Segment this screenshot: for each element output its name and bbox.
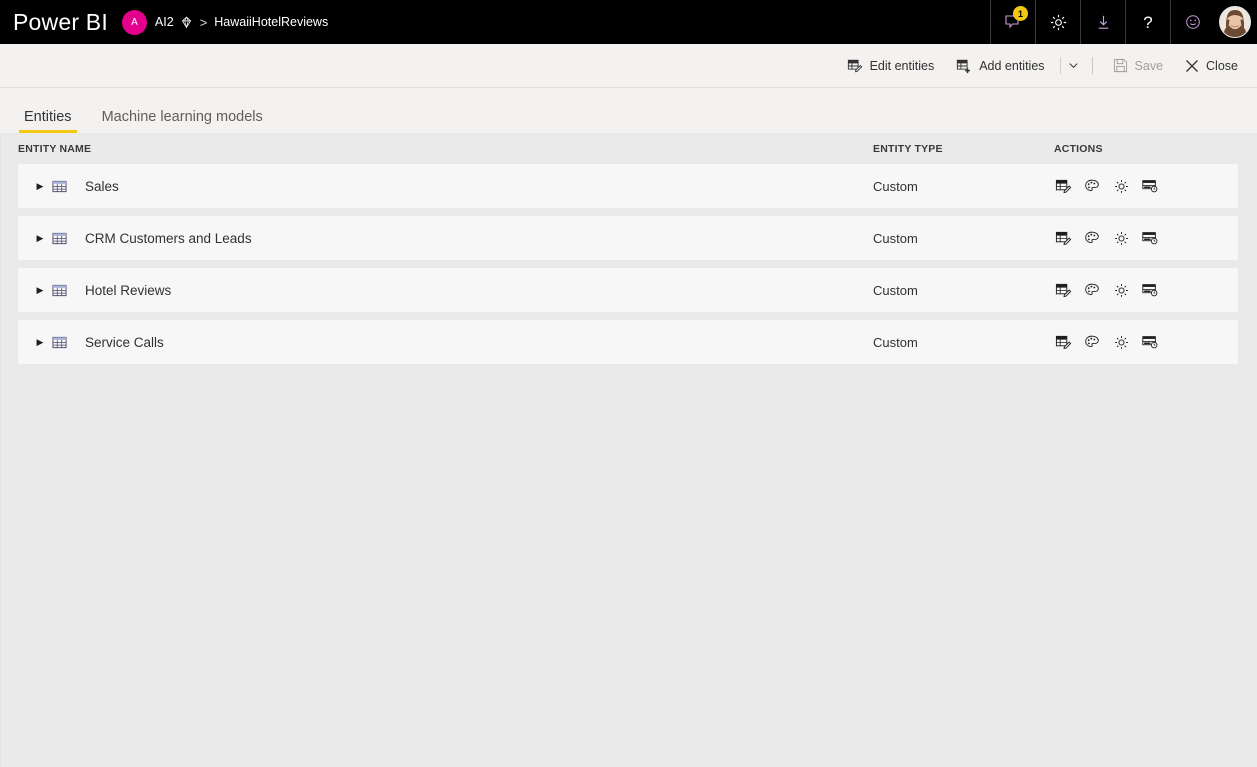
incremental-refresh-icon[interactable] xyxy=(1141,281,1159,299)
download-icon[interactable] xyxy=(1081,0,1125,44)
ai-insights-icon[interactable] xyxy=(1083,333,1101,351)
help-glyph: ? xyxy=(1143,12,1153,32)
table-icon xyxy=(52,179,67,194)
entity-settings-icon[interactable] xyxy=(1112,281,1130,299)
tab-bar: Entities Machine learning models xyxy=(0,88,1257,134)
incremental-refresh-icon[interactable] xyxy=(1141,333,1159,351)
divider xyxy=(1091,57,1093,74)
entity-settings-icon[interactable] xyxy=(1112,229,1130,247)
ai-insights-icon[interactable] xyxy=(1083,281,1101,299)
entity-name-cell: ▶ Service Calls xyxy=(32,335,873,350)
entity-name: Sales xyxy=(85,178,119,194)
notification-icon[interactable]: 1 xyxy=(991,0,1035,44)
ai-insights-icon[interactable] xyxy=(1083,229,1101,247)
save-button[interactable]: Save xyxy=(1104,50,1173,82)
divider xyxy=(1059,57,1061,74)
row-actions xyxy=(1054,333,1214,351)
edit-entity-icon[interactable] xyxy=(1054,229,1072,247)
row-actions xyxy=(1054,281,1214,299)
entity-type: Custom xyxy=(873,178,918,194)
entity-name-cell: ▶ CRM Customers and Leads xyxy=(32,231,873,246)
breadcrumb: A AI2 > HawaiiHotelReviews xyxy=(121,9,329,35)
save-label: Save xyxy=(1134,58,1164,73)
entities-table: ▶ Sales Custom ▶ CRM Customers and Leads… xyxy=(1,164,1257,364)
help-icon[interactable]: ? xyxy=(1126,0,1170,44)
table-row[interactable]: ▶ Service Calls Custom xyxy=(18,320,1238,364)
table-icon xyxy=(52,283,67,298)
edit-table-icon xyxy=(847,58,863,74)
ai-insights-icon[interactable] xyxy=(1083,177,1101,195)
entity-name: CRM Customers and Leads xyxy=(85,230,252,246)
entities-page: ENTITY NAME ENTITY TYPE ACTIONS ▶ Sales … xyxy=(0,134,1257,767)
incremental-refresh-icon[interactable] xyxy=(1141,229,1159,247)
expand-row-chevron-icon[interactable]: ▶ xyxy=(32,233,48,244)
edit-entity-icon[interactable] xyxy=(1054,281,1072,299)
entity-name: Service Calls xyxy=(85,334,164,350)
gear-icon[interactable] xyxy=(1036,0,1080,44)
edit-entity-icon[interactable] xyxy=(1054,177,1072,195)
breadcrumb-dataflow: HawaiiHotelReviews xyxy=(214,15,329,29)
edit-entities-button[interactable]: Edit entities xyxy=(838,50,944,82)
top-bar-actions: 1 ? xyxy=(990,0,1257,44)
chevron-down-icon[interactable] xyxy=(1063,50,1085,82)
entity-name: Hotel Reviews xyxy=(85,282,172,298)
entity-name-cell: ▶ Sales xyxy=(32,179,873,194)
breadcrumb-separator: > xyxy=(199,14,208,30)
expand-row-chevron-icon[interactable]: ▶ xyxy=(32,181,48,192)
top-navigation-bar: Power BI A AI2 > HawaiiHotelReviews 1 ? xyxy=(0,0,1257,44)
tab-entities[interactable]: Entities xyxy=(19,109,77,133)
table-icon xyxy=(52,335,67,350)
expand-row-chevron-icon[interactable]: ▶ xyxy=(32,285,48,296)
table-row[interactable]: ▶ Sales Custom xyxy=(18,164,1238,208)
diamond-icon xyxy=(180,15,193,29)
tab-machine-learning-models[interactable]: Machine learning models xyxy=(97,109,268,133)
breadcrumb-workspace[interactable]: AI2 xyxy=(155,15,174,29)
close-icon xyxy=(1185,59,1199,73)
table-icon xyxy=(52,231,67,246)
add-table-icon xyxy=(956,58,972,74)
incremental-refresh-icon[interactable] xyxy=(1141,177,1159,195)
entity-settings-icon[interactable] xyxy=(1112,177,1130,195)
smiley-icon[interactable] xyxy=(1171,0,1215,44)
add-entities-button[interactable]: Add entities xyxy=(947,50,1053,82)
workspace-avatar[interactable]: A xyxy=(121,9,147,35)
table-row[interactable]: ▶ Hotel Reviews Custom xyxy=(18,268,1238,312)
close-label: Close xyxy=(1206,58,1238,73)
edit-entities-label: Edit entities xyxy=(869,58,935,73)
edit-entity-icon[interactable] xyxy=(1054,333,1072,351)
row-actions xyxy=(1054,229,1214,247)
entity-type: Custom xyxy=(873,334,918,350)
command-toolbar: Edit entities Add entities Save Close xyxy=(0,44,1257,88)
table-column-headers: ENTITY NAME ENTITY TYPE ACTIONS xyxy=(1,134,1257,164)
entity-type: Custom xyxy=(873,282,918,298)
column-header-actions: ACTIONS xyxy=(1054,143,1103,155)
add-entities-label: Add entities xyxy=(979,58,1045,73)
column-header-entity-name: ENTITY NAME xyxy=(18,143,92,155)
column-header-entity-type: ENTITY TYPE xyxy=(873,143,943,155)
avatar[interactable] xyxy=(1219,6,1251,38)
notification-badge: 1 xyxy=(1013,6,1028,21)
row-actions xyxy=(1054,177,1214,195)
expand-row-chevron-icon[interactable]: ▶ xyxy=(32,337,48,348)
entity-type: Custom xyxy=(873,230,918,246)
save-icon xyxy=(1113,58,1128,73)
close-button[interactable]: Close xyxy=(1176,50,1247,82)
table-row[interactable]: ▶ CRM Customers and Leads Custom xyxy=(18,216,1238,260)
entity-name-cell: ▶ Hotel Reviews xyxy=(32,283,873,298)
powerbi-logo[interactable]: Power BI xyxy=(0,10,122,34)
entity-settings-icon[interactable] xyxy=(1112,333,1130,351)
